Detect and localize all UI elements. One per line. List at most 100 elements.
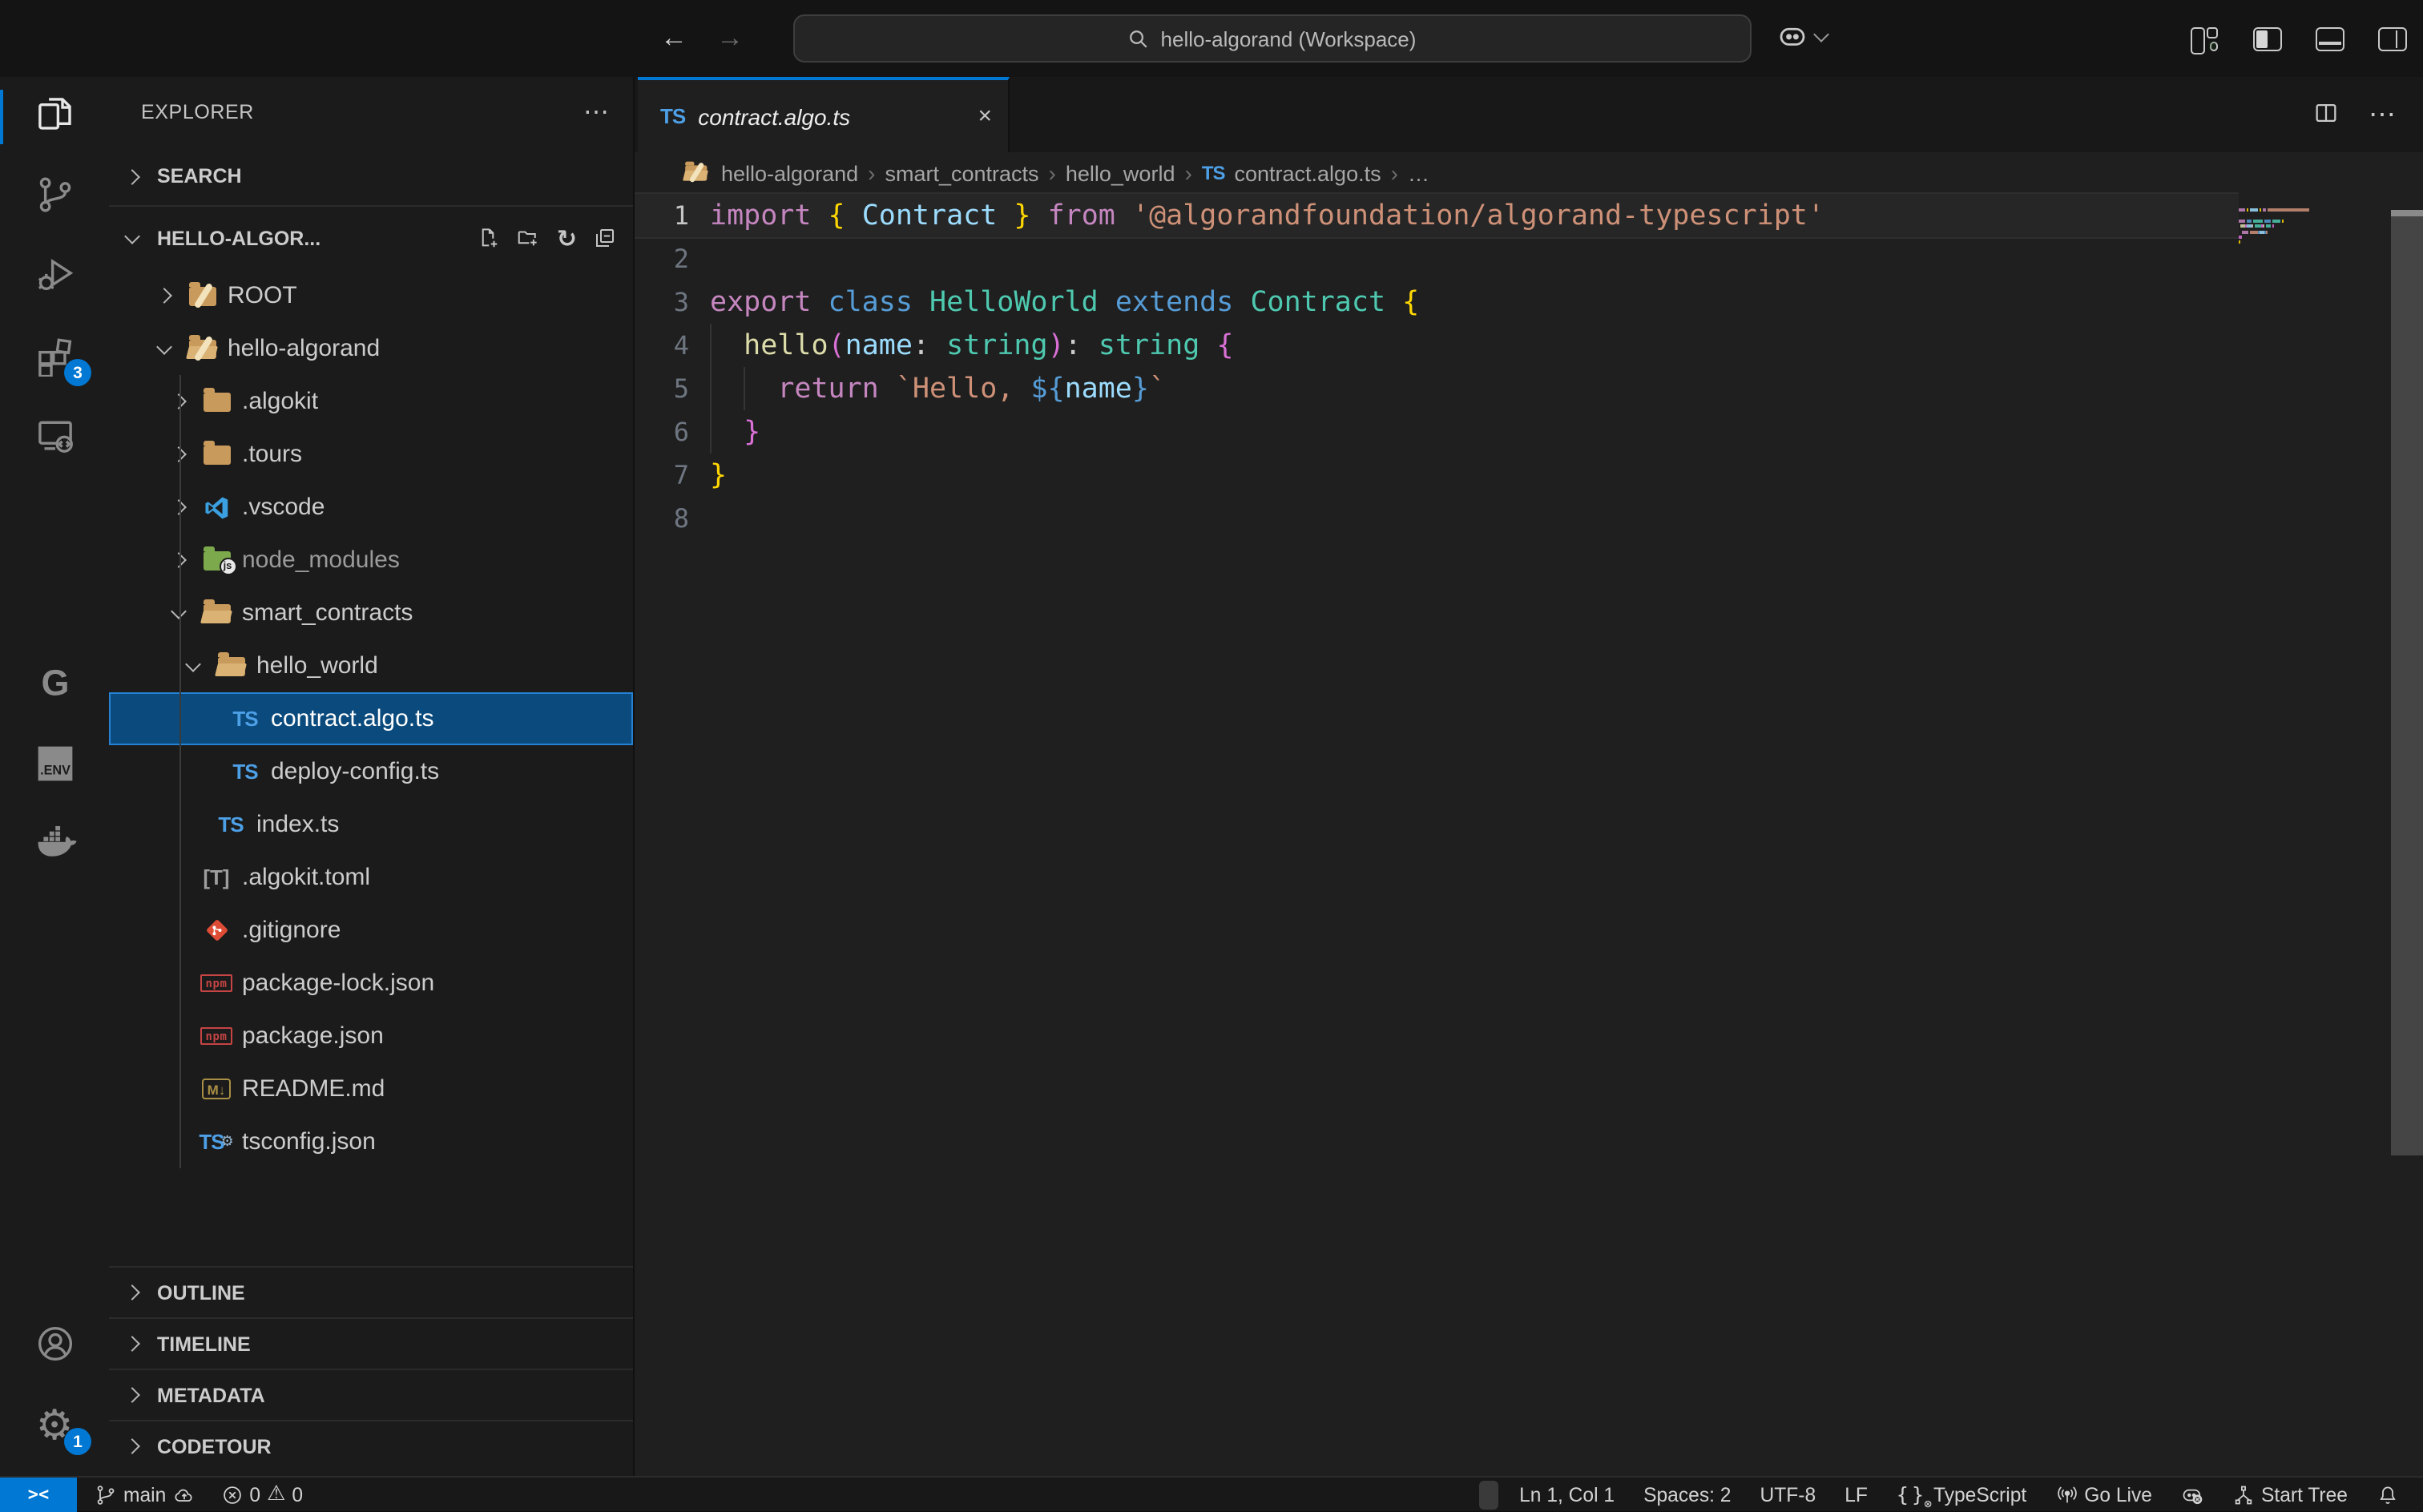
section-timeline[interactable]: TIMELINE [109,1317,633,1369]
section-codetour[interactable]: CODETOUR [109,1420,633,1471]
npm-icon: npm [200,967,232,999]
navigate-back-icon[interactable]: ← [660,22,687,54]
minimap-line [2239,241,2367,244]
activity-item-remote-explorer[interactable] [0,397,109,478]
minimap-line [2239,214,2367,217]
activity-item-docker[interactable] [0,806,109,886]
indentation-status[interactable]: Spaces: 2 [1635,1477,1739,1512]
code-line-7[interactable]: 7} [635,454,2239,497]
toggle-primary-sidebar-icon[interactable] [2253,26,2282,50]
folder-root-open-icon [186,333,218,365]
root-folder-icon [683,160,708,186]
tree-item--tours[interactable]: .tours [109,428,633,481]
indent-guide [744,367,745,410]
toggle-panel-icon[interactable] [2316,26,2344,50]
tree-item--vscode[interactable]: .vscode [109,481,633,534]
tree-item-contract-algo-ts[interactable]: TScontract.algo.ts [109,692,633,745]
tree-item-index-ts[interactable]: TSindex.ts [109,798,633,851]
cursor-position-status[interactable]: Ln 1, Col 1 [1511,1477,1623,1512]
tab-contract-algo-ts[interactable]: TS contract.algo.ts × [638,77,1010,152]
code-line-content: export class HelloWorld extends Contract… [710,286,1419,318]
tree-item-label: .algokit [242,388,318,415]
breadcrumb-item[interactable]: hello_world [1066,161,1175,185]
workspace-section-header[interactable]: HELLO-ALGOR... ↻ [109,207,633,269]
code-line-8[interactable]: 8 [635,497,2239,540]
chevron-down-icon [151,345,176,352]
code-line-6[interactable]: 6 } [635,410,2239,454]
tree-item-node-modules[interactable]: jsnode_modules [109,534,633,587]
tab-close-icon[interactable]: × [978,103,992,130]
breadcrumb-item[interactable]: smart_contracts [885,161,1038,185]
new-file-icon[interactable] [477,226,501,250]
section-search[interactable]: SEARCH [109,147,633,207]
navigate-forward-icon[interactable]: → [716,22,744,54]
tree-item-smart-contracts[interactable]: smart_contracts [109,587,633,639]
badge: 1 [64,1428,91,1455]
minimap-line [2239,224,2367,228]
customize-layout-icon[interactable] [2191,26,2219,50]
breadcrumb-item[interactable]: hello-algorand [721,161,858,185]
zoom-status[interactable] [1479,1480,1498,1509]
go-live-status[interactable]: Go Live [2047,1477,2160,1512]
tree-item-label: package.json [242,1022,384,1050]
notifications-status[interactable] [2369,1477,2407,1512]
remote-indicator[interactable]: >< [0,1477,77,1512]
activity-item-extensions[interactable]: 3 [0,317,109,397]
breadcrumb-item[interactable]: contract.algo.ts [1235,161,1381,185]
minimap-slider[interactable] [2391,210,2423,1155]
collapse-folders-icon[interactable] [593,226,617,250]
command-center[interactable]: hello-algorand (Workspace) [793,14,1752,62]
minimap-line [2239,220,2367,223]
chevron-right-icon [165,396,191,407]
refresh-explorer-icon[interactable]: ↻ [557,224,577,252]
tree-item--gitignore[interactable]: .gitignore [109,904,633,957]
copilot-menu-button[interactable] [1776,19,1827,53]
start-tree-status[interactable]: Start Tree [2224,1477,2356,1512]
tree-item--algokit-toml[interactable]: [T].algokit.toml [109,851,633,904]
activity-item-algokit[interactable]: G [0,646,109,726]
tree-item-hello-world[interactable]: hello_world [109,639,633,692]
code-line-3[interactable]: 3export class HelloWorld extends Contrac… [635,280,2239,324]
chevron-right-icon [165,449,191,460]
tree-item-hello-algorand[interactable]: hello-algorand [109,322,633,375]
breadcrumb-separator-icon: › [1184,160,1191,186]
code-line-4[interactable]: 4 hello(name: string): string { [635,324,2239,367]
activity-item-dotenv[interactable]: .ENV [0,726,109,806]
line-number: 1 [635,200,689,231]
new-folder-icon[interactable] [517,226,541,250]
activity-item-run-and-debug[interactable] [0,237,109,317]
language-status[interactable]: {}⊗ TypeScript [1889,1477,2034,1512]
editor-group: TS contract.algo.ts × ⋯ hello-algorand › s… [635,77,2423,1476]
tree-item-package-lock-json[interactable]: npmpackage-lock.json [109,957,633,1010]
breadcrumb-separator-icon: › [868,160,875,186]
activity-item-source-control[interactable] [0,157,109,237]
tree-item-deploy-config-ts[interactable]: TSdeploy-config.ts [109,745,633,798]
problems-status[interactable]: 0 ⚠ 0 [212,1477,311,1512]
title-bar: ← → hello-algorand (Workspace) [0,0,2423,77]
encoding-status[interactable]: UTF-8 [1752,1477,1824,1512]
activity-item-explorer[interactable] [0,77,109,157]
tree-item-root[interactable]: ROOT [109,269,633,322]
code-editor[interactable]: 1import { Contract } from '@algorandfoun… [635,194,2423,540]
debug-icon [33,253,76,301]
copilot-status[interactable] [2173,1477,2211,1512]
code-line-5[interactable]: 5 return `Hello, ${name}` [635,367,2239,410]
code-line-2[interactable]: 2 [635,237,2239,280]
explorer-more-actions-icon[interactable]: ⋯ [583,96,611,128]
editor-more-actions-icon[interactable]: ⋯ [2369,99,2397,131]
toggle-secondary-sidebar-icon[interactable] [2378,26,2407,50]
code-line-1[interactable]: 1import { Contract } from '@algorandfoun… [635,194,2239,237]
minimap[interactable] [2239,208,2367,252]
section-outline[interactable]: OUTLINE [109,1266,633,1317]
tree-item-package-json[interactable]: npmpackage.json [109,1010,633,1062]
section-metadata[interactable]: METADATA [109,1369,633,1420]
tree-item-readme-md[interactable]: M↓README.md [109,1062,633,1115]
branch-status[interactable]: main [87,1477,203,1512]
tree-item-tsconfig-json[interactable]: TS⚙tsconfig.json [109,1115,633,1168]
eol-status[interactable]: LF [1836,1477,1876,1512]
activity-item-settings[interactable]: ⚙1 [0,1386,109,1466]
breadcrumb-item[interactable]: … [1408,161,1429,185]
tree-item--algokit[interactable]: .algokit [109,375,633,428]
activity-item-accounts[interactable] [0,1306,109,1386]
split-editor-icon[interactable] [2312,99,2340,131]
